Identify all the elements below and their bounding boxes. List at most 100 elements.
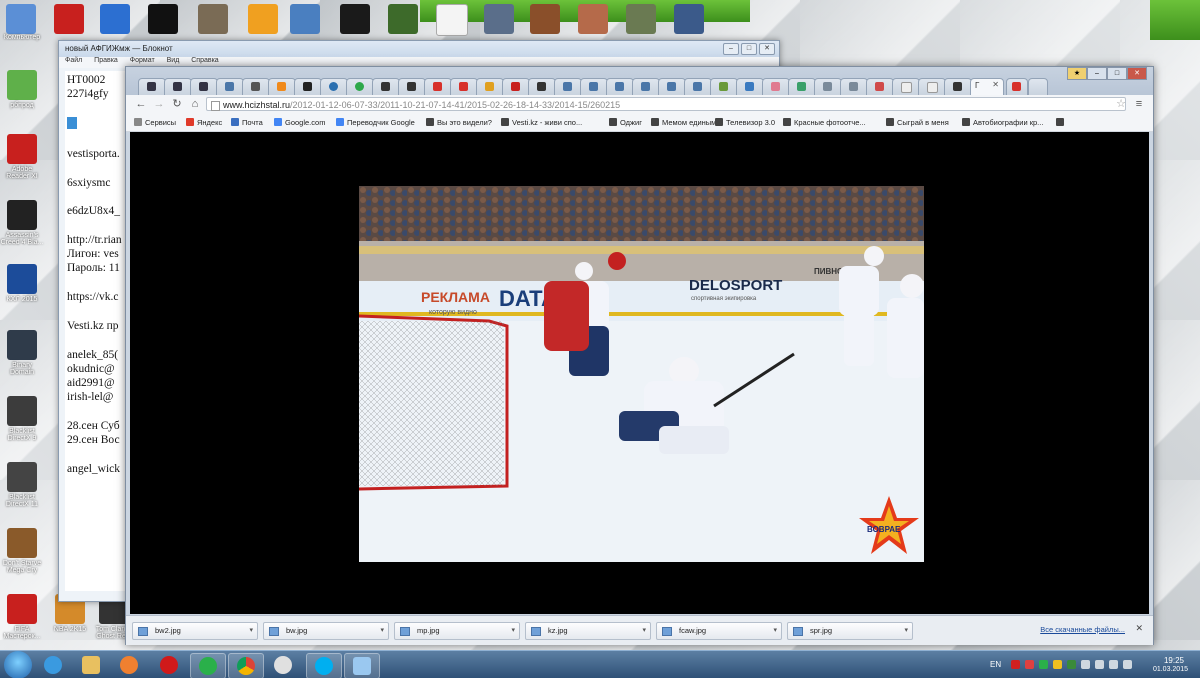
- bookmark-item[interactable]: Сервисы: [134, 118, 176, 127]
- notepad-titlebar[interactable]: новый АФГИЖмж — Блокнот: [59, 41, 779, 57]
- bookmark-item[interactable]: Сыграй в меня: [886, 118, 949, 127]
- browser-tab[interactable]: [814, 78, 842, 95]
- menu-view[interactable]: Вид: [167, 57, 180, 64]
- browser-tab[interactable]: [450, 78, 478, 95]
- menu-icon[interactable]: ≡: [1132, 97, 1146, 111]
- desktop-icon[interactable]: Adobe Reader XI: [0, 134, 44, 180]
- desktop-icon[interactable]: Blacklist DirectX 9: [0, 396, 44, 442]
- app-icon[interactable]: [388, 4, 418, 34]
- flag-icon[interactable]: [1081, 660, 1090, 669]
- download-item[interactable]: spr.jpg ▾: [787, 622, 913, 640]
- home-button[interactable]: ⌂: [188, 97, 202, 111]
- desktop-icon[interactable]: Blacklist DirectX 11: [0, 462, 44, 508]
- image-icon[interactable]: [674, 4, 704, 34]
- desktop-icon[interactable]: КХЛ 2015: [0, 264, 44, 303]
- browser-tab[interactable]: [1006, 78, 1028, 95]
- image-icon[interactable]: [484, 4, 514, 34]
- back-button[interactable]: ←: [134, 97, 148, 111]
- taskbar-ie[interactable]: [36, 653, 70, 677]
- app-icon[interactable]: [290, 4, 320, 34]
- image-icon[interactable]: [578, 4, 608, 34]
- bookmark-item[interactable]: Телевизор 3.0: [715, 118, 775, 127]
- maximize-button[interactable]: □: [1107, 67, 1127, 80]
- taskbar-notepad[interactable]: [344, 653, 380, 678]
- fifa-icon[interactable]: [54, 4, 84, 34]
- browser-tab[interactable]: [840, 78, 868, 95]
- browser-tab[interactable]: [268, 78, 296, 95]
- browser-tab[interactable]: [190, 78, 218, 95]
- browser-window[interactable]: Г ✕ ★ – □ ✕ ← → ↻ ⌂ www.hcizhstal.ru/2012…: [125, 66, 1154, 645]
- browser-tab[interactable]: [580, 78, 608, 95]
- app-icon[interactable]: [100, 4, 130, 34]
- desktop-icon[interactable]: Don't Starve Mega Cry: [0, 528, 44, 574]
- browser-tab[interactable]: [658, 78, 686, 95]
- download-item[interactable]: bw.jpg ▾: [263, 622, 389, 640]
- minimize-button[interactable]: –: [723, 43, 739, 55]
- browser-tab[interactable]: [892, 78, 920, 95]
- show-all-downloads-link[interactable]: Все скачанные файлы...: [1040, 625, 1125, 634]
- close-icon[interactable]: ✕: [1135, 623, 1143, 634]
- bookmark-item[interactable]: Оджиг: [609, 118, 642, 127]
- menu-format[interactable]: Формат: [130, 57, 155, 64]
- menu-help[interactable]: Справка: [191, 57, 218, 64]
- browser-tab[interactable]: [736, 78, 764, 95]
- browser-tab[interactable]: [476, 78, 504, 95]
- browser-tab[interactable]: [320, 78, 348, 95]
- browser-tab[interactable]: [788, 78, 816, 95]
- browser-tab[interactable]: [606, 78, 634, 95]
- bookmark-item[interactable]: Яндекс: [186, 118, 222, 127]
- chevron-down-icon[interactable]: ▾: [773, 623, 777, 639]
- bookmark-item[interactable]: Мемом единым: [651, 118, 716, 127]
- chevron-down-icon[interactable]: ▾: [380, 623, 384, 639]
- browser-tab[interactable]: [424, 78, 452, 95]
- browser-tab[interactable]: [554, 78, 582, 95]
- desktop-icon[interactable]: FIFA Мастерок...: [0, 594, 44, 640]
- new-tab-button[interactable]: [1028, 78, 1048, 95]
- image-icon[interactable]: [530, 4, 560, 34]
- address-bar[interactable]: www.hcizhstal.ru/2012-01-12-06-07-33/201…: [206, 97, 1126, 111]
- volume-icon[interactable]: [1123, 660, 1132, 669]
- browser-tab[interactable]: [398, 78, 426, 95]
- network-icon[interactable]: [1109, 660, 1118, 669]
- tray-icon[interactable]: [1067, 660, 1076, 669]
- bookmark-item[interactable]: Автобиографии кр...: [962, 118, 1043, 127]
- taskbar-opera[interactable]: [152, 653, 186, 677]
- pes-icon[interactable]: [340, 4, 370, 34]
- reload-button[interactable]: ↻: [170, 97, 184, 111]
- browser-tab[interactable]: [164, 78, 192, 95]
- clock-time[interactable]: 19:25: [1164, 656, 1184, 665]
- close-tab-icon[interactable]: ✕: [992, 80, 999, 89]
- browser-tab[interactable]: [502, 78, 530, 95]
- notepad-text-area[interactable]: HT0002 227i4gfy vestisporta. 6sxiysmc e6…: [65, 71, 127, 591]
- browser-tab[interactable]: [944, 78, 972, 95]
- bookmark-item[interactable]: [1056, 118, 1067, 127]
- chevron-down-icon[interactable]: ▾: [511, 623, 515, 639]
- download-item[interactable]: kz.jpg ▾: [525, 622, 651, 640]
- minimize-button[interactable]: –: [1087, 67, 1107, 80]
- desktop-icon[interactable]: Assassin's Creed 4 Bla...: [0, 200, 44, 246]
- tray-icon[interactable]: [1011, 660, 1020, 669]
- browser-tab-active[interactable]: Г ✕: [970, 78, 1004, 95]
- browser-tab[interactable]: [918, 78, 946, 95]
- browser-tab[interactable]: [710, 78, 738, 95]
- chevron-down-icon[interactable]: ▾: [249, 623, 253, 639]
- bookmark-item[interactable]: Google.com: [274, 118, 325, 127]
- browser-tab[interactable]: [138, 78, 166, 95]
- close-button[interactable]: ✕: [1127, 67, 1147, 80]
- bookmark-item[interactable]: Почта: [231, 118, 263, 127]
- bookmark-item[interactable]: Vesti.kz - живи спо...: [501, 118, 582, 127]
- desktop-icon-computer[interactable]: Компьютер: [0, 34, 44, 41]
- bookmark-item[interactable]: Красные фотоотче...: [783, 118, 866, 127]
- tray-icon[interactable]: [1039, 660, 1048, 669]
- browser-tab[interactable]: [528, 78, 556, 95]
- maximize-button[interactable]: □: [741, 43, 757, 55]
- tray-icon[interactable]: [1095, 660, 1104, 669]
- browser-tab[interactable]: [762, 78, 790, 95]
- desktop-icon[interactable]: рбпрод: [0, 70, 44, 109]
- download-item[interactable]: mp.jpg ▾: [394, 622, 520, 640]
- desktop-icon[interactable]: Binary Domain: [0, 330, 44, 376]
- browser-tab[interactable]: [632, 78, 660, 95]
- download-item[interactable]: bw2.jpg ▾: [132, 622, 258, 640]
- tr-icon[interactable]: [148, 4, 178, 34]
- menu-file[interactable]: Файл: [65, 57, 82, 64]
